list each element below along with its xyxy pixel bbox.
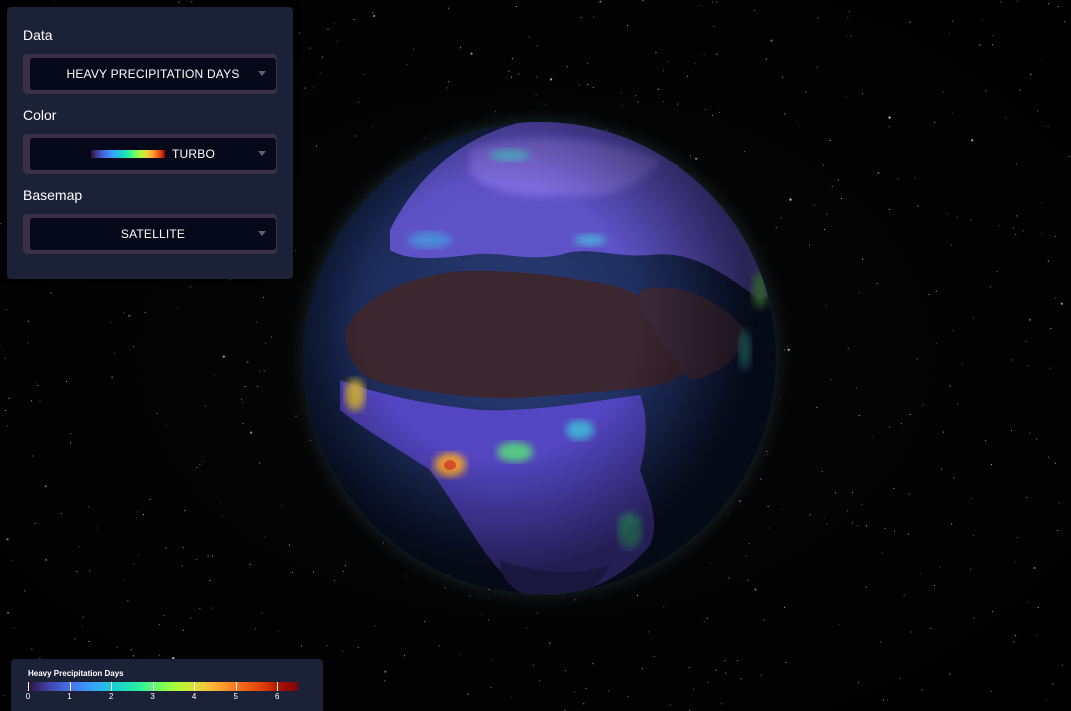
basemap-label: Basemap [23,187,83,203]
legend-tick-label: 3 [150,692,155,701]
legend-colorbar [28,682,298,691]
data-select-value: HEAVY PRECIPITATION DAYS [66,67,240,81]
data-select-frame: HEAVY PRECIPITATION DAYS [23,54,277,94]
basemap-select-frame: SATELLITE [23,214,277,254]
legend-tick [111,682,113,691]
legend-tick [235,682,237,691]
color-select-value: TURBO [172,147,215,161]
chevron-down-icon [258,151,266,156]
color-select[interactable]: TURBO [30,138,276,170]
chevron-down-icon [258,71,266,76]
legend-title: Heavy Precipitation Days [28,669,124,678]
legend-tick-label: 0 [25,692,31,701]
basemap-select[interactable]: SATELLITE [30,218,276,250]
data-label: Data [23,27,53,43]
legend-tick [277,682,279,691]
control-panel: Data HEAVY PRECIPITATION DAYS Color TURB… [7,7,293,279]
data-field: Data HEAVY PRECIPITATION DAYS [23,27,277,107]
legend-tick [152,682,154,691]
legend-tick [194,682,196,691]
data-select[interactable]: HEAVY PRECIPITATION DAYS [30,58,276,90]
color-label: Color [23,107,57,123]
legend-tick-label: 4 [191,692,197,701]
basemap-field: Basemap SATELLITE [23,187,277,267]
legend-tick [69,682,71,691]
chevron-down-icon [258,231,266,236]
map-viewport[interactable]: Data HEAVY PRECIPITATION DAYS Color TURB… [0,0,1071,711]
legend-tick [28,682,29,691]
basemap-select-value: SATELLITE [120,227,186,241]
color-select-frame: TURBO [23,134,277,174]
color-field: Color TURBO [23,107,277,187]
legend-tick-label: 5 [233,692,238,701]
legend-tick-label: 2 [108,692,114,701]
colormap-swatch [91,150,165,158]
legend-tick-label: 1 [67,692,72,701]
legend-tick-label: 6 [274,692,280,701]
color-legend: Heavy Precipitation Days 0 1 2 3 4 5 6 [11,659,323,711]
